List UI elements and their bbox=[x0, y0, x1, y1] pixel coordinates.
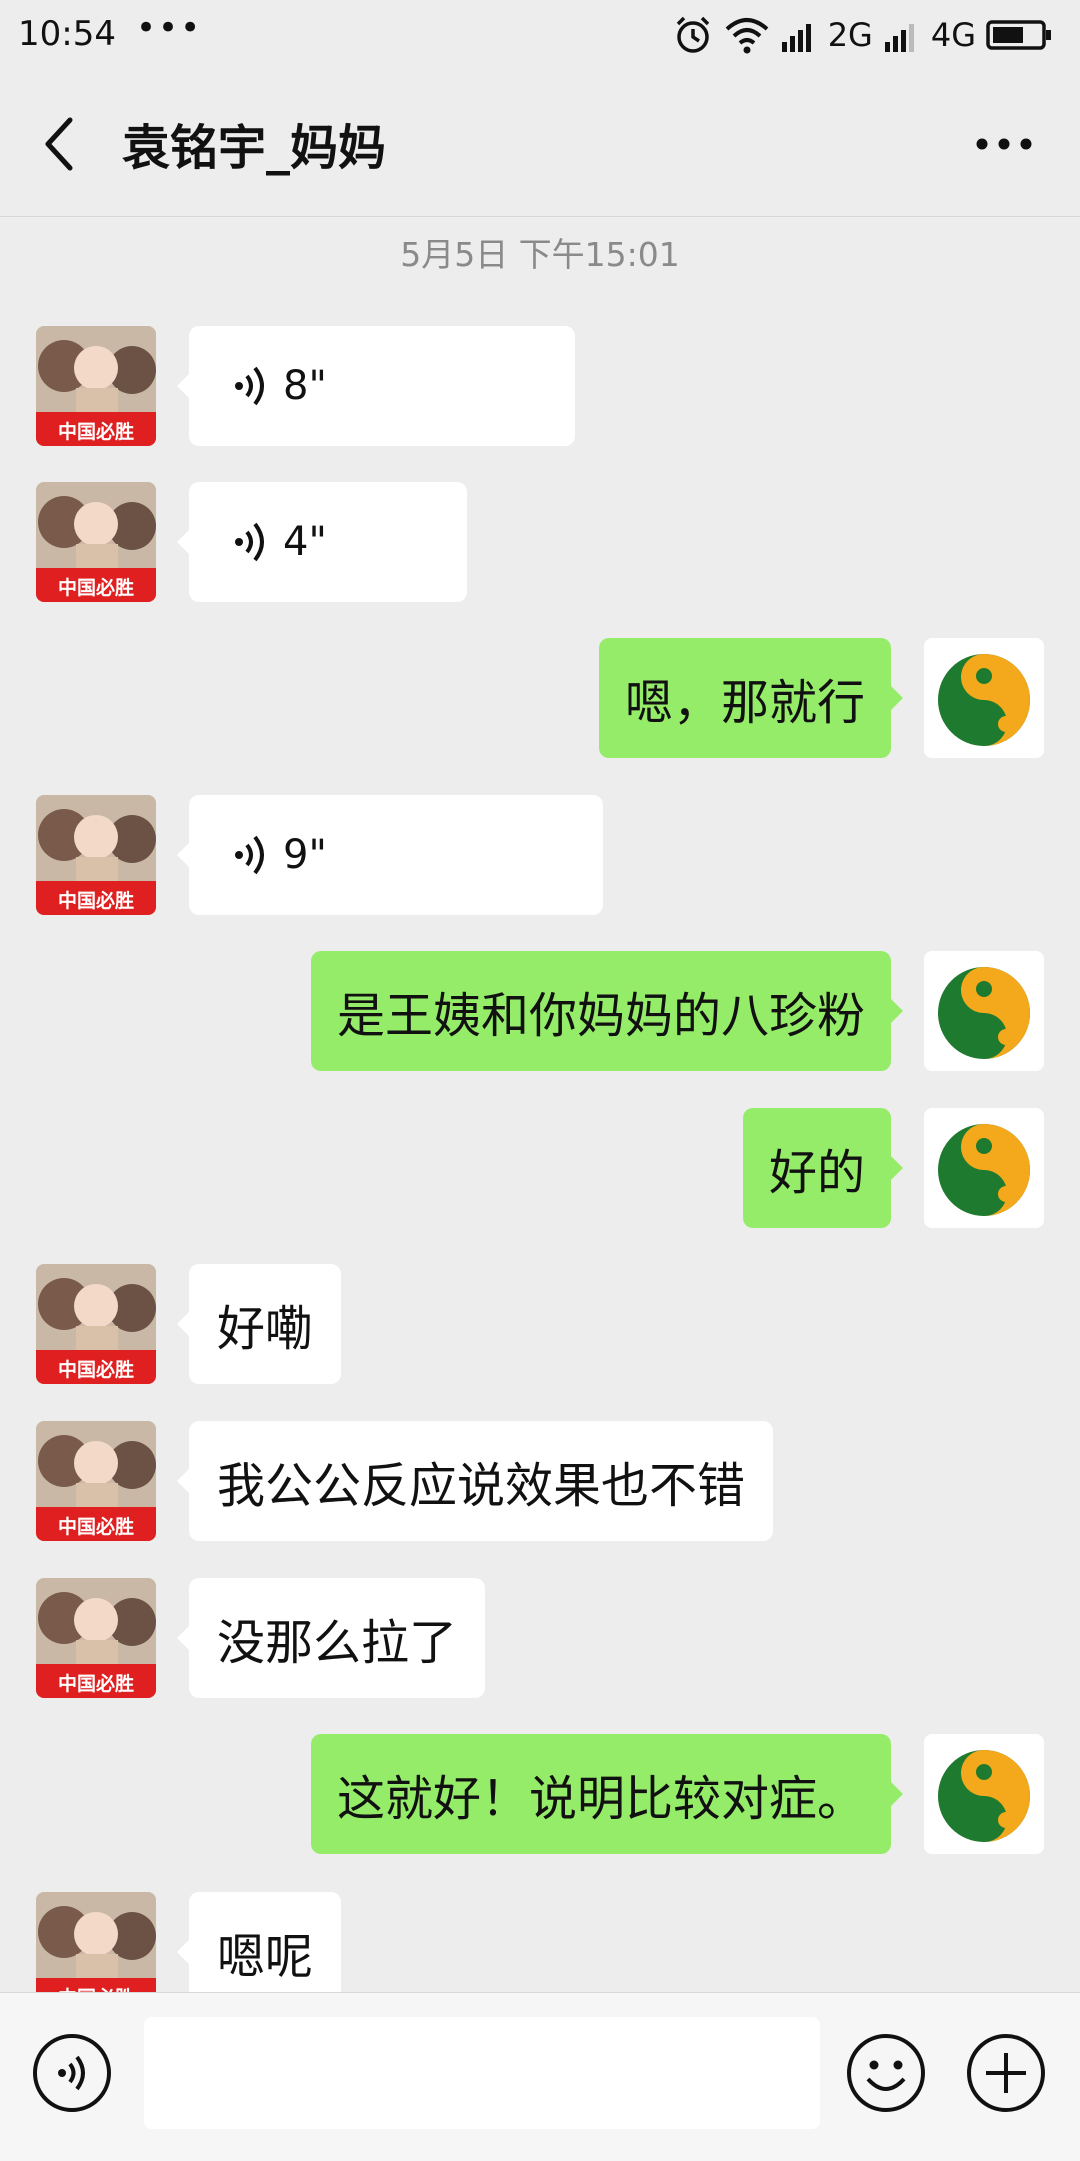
status-bar: 10:54 ••• 2G 4G bbox=[0, 0, 1080, 72]
contact-avatar[interactable]: 中国必胜 bbox=[36, 795, 156, 915]
received-message-bubble[interactable]: 我公公反应说效果也不错 bbox=[176, 1421, 774, 1541]
message-row: 中国必胜 我公公反应说效果也不错 bbox=[0, 1421, 1080, 1541]
avatar-banner-text: 中国必胜 bbox=[58, 1358, 134, 1381]
contact-avatar[interactable]: 中国必胜 bbox=[36, 482, 156, 602]
message-row: 中国必胜 8" bbox=[0, 326, 1080, 446]
avatar-banner-text: 中国必胜 bbox=[58, 1672, 134, 1695]
contact-avatar[interactable]: 中国必胜 bbox=[36, 1264, 156, 1384]
signal-icon bbox=[884, 24, 914, 52]
voice-duration: 4" bbox=[283, 519, 327, 565]
message-row: 好的 bbox=[0, 1108, 1080, 1228]
network-2g-label: 2G bbox=[827, 16, 873, 54]
status-time: 10:54 bbox=[18, 14, 116, 54]
voice-input-icon[interactable] bbox=[32, 2033, 112, 2113]
notification-dots-icon: ••• bbox=[136, 8, 203, 48]
received-message-bubble[interactable]: 嗯呢 bbox=[176, 1892, 342, 1992]
message-row: 这就好！说明比较对症。 bbox=[0, 1734, 1080, 1854]
message-row: 中国必胜 4" bbox=[0, 482, 1080, 602]
avatar-banner-text: 中国必胜 bbox=[58, 1515, 134, 1538]
voice-wave-icon bbox=[235, 835, 264, 875]
message-row: 中国必胜 嗯呢 bbox=[0, 1892, 1080, 1992]
sent-message-bubble[interactable]: 这就好！说明比较对症。 bbox=[310, 1734, 904, 1854]
my-avatar[interactable] bbox=[924, 1108, 1044, 1228]
contact-avatar[interactable]: 中国必胜 bbox=[36, 1421, 156, 1541]
plus-icon[interactable] bbox=[966, 2033, 1046, 2113]
contact-avatar[interactable]: 中国必胜 bbox=[36, 1892, 156, 1992]
sent-message-bubble[interactable]: 是王姨和你妈妈的八珍粉 bbox=[310, 951, 904, 1071]
message-row: 中国必胜 没那么拉了 bbox=[0, 1578, 1080, 1698]
back-arrow-icon[interactable] bbox=[40, 116, 80, 172]
wifi-icon bbox=[725, 18, 769, 54]
emoji-icon[interactable] bbox=[846, 2033, 926, 2113]
sent-message-bubble[interactable]: 好的 bbox=[742, 1108, 904, 1228]
voice-message-bubble[interactable]: 8" bbox=[177, 326, 575, 446]
contact-avatar[interactable]: 中国必胜 bbox=[36, 326, 156, 446]
signal-icon bbox=[781, 24, 811, 52]
input-bar bbox=[0, 1992, 1080, 2161]
avatar-banner-text: 中国必胜 bbox=[58, 576, 134, 599]
my-avatar[interactable] bbox=[924, 638, 1044, 758]
contact-avatar[interactable]: 中国必胜 bbox=[36, 1578, 156, 1698]
message-row: 中国必胜 9" bbox=[0, 795, 1080, 915]
voice-wave-icon bbox=[235, 522, 264, 562]
alarm-icon bbox=[676, 16, 709, 53]
message-row: 中国必胜 好嘞 bbox=[0, 1264, 1080, 1384]
voice-message-bubble[interactable]: 4" bbox=[177, 482, 467, 602]
avatar-banner-text: 中国必胜 bbox=[58, 420, 134, 443]
network-4g-label: 4G bbox=[930, 16, 976, 54]
message-row: 嗯，那就行 bbox=[0, 638, 1080, 758]
voice-duration: 9" bbox=[283, 832, 327, 878]
voice-duration: 8" bbox=[283, 363, 327, 409]
message-row: 是王姨和你妈妈的八珍粉 bbox=[0, 951, 1080, 1071]
sent-message-bubble[interactable]: 嗯，那就行 bbox=[598, 638, 904, 758]
chat-title: 袁铭宇_妈妈 bbox=[122, 120, 387, 176]
voice-wave-icon bbox=[235, 366, 264, 406]
message-input[interactable] bbox=[144, 2017, 820, 2129]
my-avatar[interactable] bbox=[924, 1734, 1044, 1854]
message-list[interactable]: 中国必胜 8" 中国必胜 4" 嗯，那就行 中国必胜 9" 是王姨和你妈妈的八珍… bbox=[0, 216, 1080, 1992]
status-icons: 2G 4G bbox=[672, 14, 1052, 56]
chat-header: 袁铭宇_妈妈 bbox=[0, 72, 1080, 217]
received-message-bubble[interactable]: 好嘞 bbox=[176, 1264, 342, 1384]
voice-message-bubble[interactable]: 9" bbox=[177, 795, 603, 915]
received-message-bubble[interactable]: 没那么拉了 bbox=[176, 1578, 486, 1698]
more-options-icon[interactable] bbox=[974, 116, 1034, 172]
battery-icon bbox=[986, 20, 1051, 50]
my-avatar[interactable] bbox=[924, 951, 1044, 1071]
avatar-banner-text: 中国必胜 bbox=[58, 889, 134, 912]
